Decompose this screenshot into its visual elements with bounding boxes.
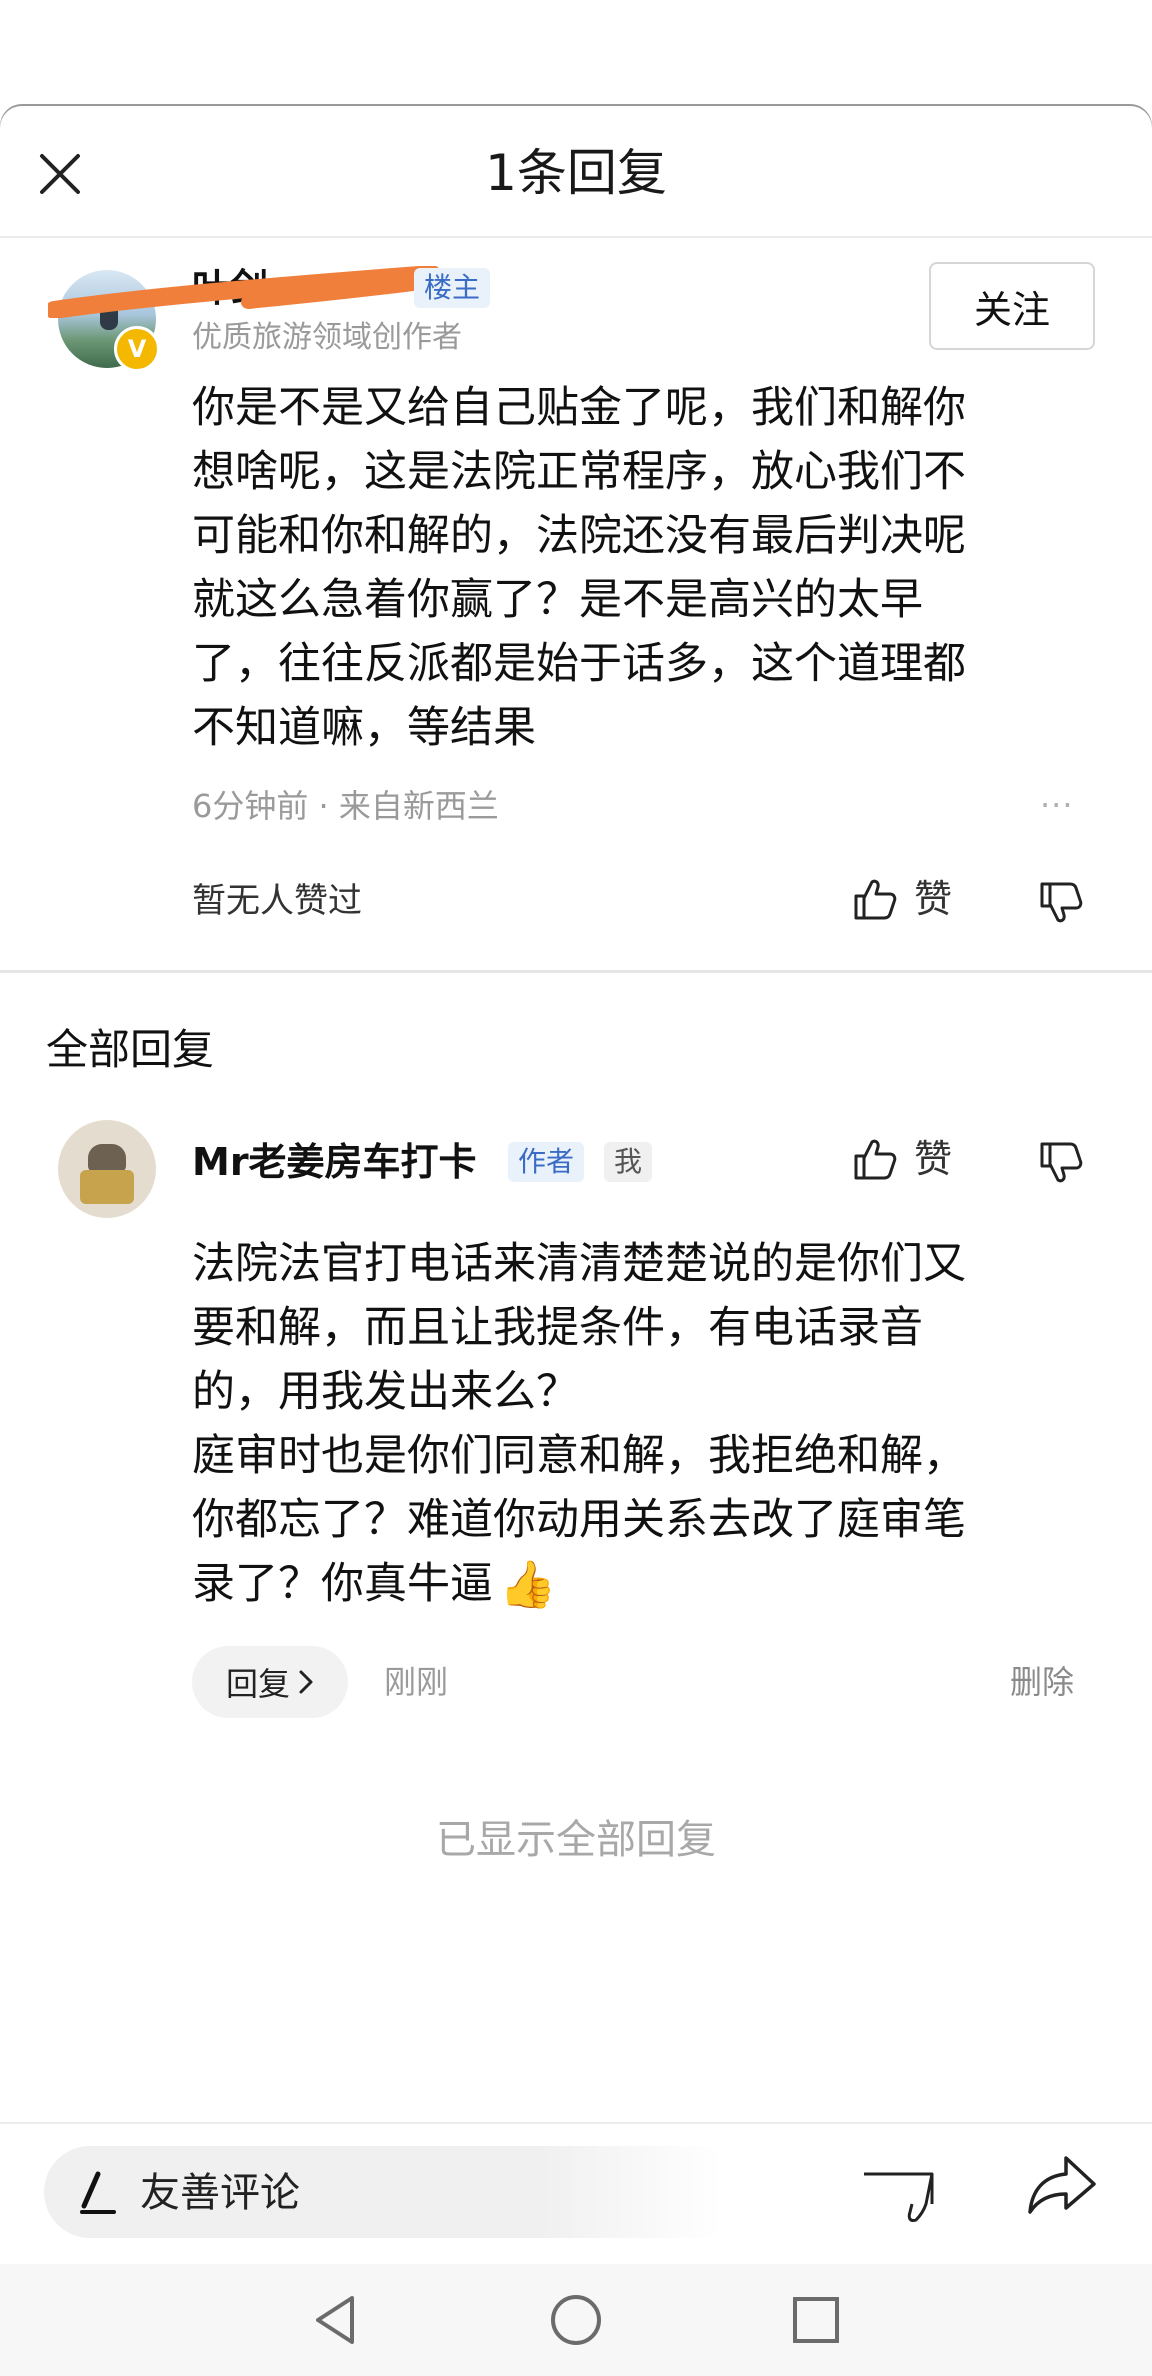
follow-button[interactable]: 关注 xyxy=(929,262,1095,350)
reply-author-avatar[interactable] xyxy=(58,1120,156,1218)
reply-line-2: 要和解，而且让我提条件，有电话录音 xyxy=(192,1303,923,1353)
author-subtitle: 优质旅游领域创作者 xyxy=(192,320,462,355)
delete-button[interactable]: 删除 xyxy=(1010,1660,1074,1704)
reply-like-button[interactable]: 赞 xyxy=(852,1134,952,1184)
status-area xyxy=(0,0,1152,106)
more-options-icon[interactable]: ··· xyxy=(1040,789,1086,821)
comment-line-6: 不知道嘛，等结果 xyxy=(192,703,536,753)
close-button[interactable] xyxy=(28,142,92,206)
dislike-button[interactable] xyxy=(1038,880,1084,930)
chevron-right-icon xyxy=(299,1670,313,1694)
thumbs-up-icon xyxy=(854,1139,897,1180)
reply-line-6-row: 录了？你真牛逼 👍 xyxy=(192,1552,556,1616)
comment-placeholder: 友善评论 xyxy=(140,2170,300,2216)
section-divider xyxy=(0,970,1152,973)
all-replies-shown-text: 已显示全部回复 xyxy=(436,1817,716,1863)
dislike-outline-icon[interactable] xyxy=(860,2160,946,2226)
comment-line-4: 就这么急着你赢了？是不是高兴的太早 xyxy=(192,575,923,625)
section-title: 全部回复 xyxy=(46,1025,215,1074)
comment-line-1: 你是不是又给自己贴金了呢，我们和解你 xyxy=(192,383,966,433)
like-label: 赞 xyxy=(914,877,953,921)
me-tag: 我 xyxy=(604,1142,653,1182)
thumbs-up-icon xyxy=(854,879,897,920)
share-icon[interactable] xyxy=(1026,2152,1098,2218)
reply-author-name[interactable]: Mr老姜房车打卡 xyxy=(192,1136,477,1188)
pen-icon xyxy=(80,2171,116,2214)
reply-button-label: 回复 xyxy=(225,1665,290,1703)
thumbs-up-emoji: 👍 xyxy=(499,1557,557,1611)
reply-line-1: 法院法官打电话来清清楚楚说的是你们又 xyxy=(192,1239,966,1289)
nav-back-icon[interactable] xyxy=(310,2292,360,2348)
like-button[interactable]: 赞 xyxy=(852,874,952,924)
comment-meta: 6分钟前 · 来自新西兰 xyxy=(192,787,499,825)
thumbs-down-icon xyxy=(1040,882,1083,923)
verified-badge: V xyxy=(114,326,160,372)
close-icon xyxy=(40,154,80,194)
nav-recents-icon[interactable] xyxy=(790,2294,842,2346)
page-title: 1条回复 xyxy=(485,144,667,202)
reply-line-3: 的，用我发出来么？ xyxy=(192,1367,579,1417)
owner-tag: 楼主 xyxy=(414,268,491,308)
author-tag: 作者 xyxy=(508,1142,585,1182)
reply-time: 刚刚 xyxy=(384,1663,449,1701)
reply-like-label: 赞 xyxy=(914,1137,953,1181)
reply-line-6: 录了？你真牛逼 xyxy=(192,1559,493,1609)
reply-dislike-button[interactable] xyxy=(1038,1140,1084,1190)
redaction-scribble xyxy=(48,266,440,318)
reply-line-4: 庭审时也是你们同意和解，我拒绝和解， xyxy=(192,1431,966,1481)
comment-line-5: 了，往往反派都是始于话多，这个道理都 xyxy=(192,639,966,689)
reply-line-5: 你都忘了？难道你动用关系去改了庭审笔 xyxy=(192,1495,966,1545)
no-likes-text: 暂无人赞过 xyxy=(192,881,362,921)
thumbs-down-icon xyxy=(1040,1142,1083,1183)
comment-line-3: 可能和你和解的，法院还没有最后判决呢 xyxy=(192,511,966,561)
comment-line-2: 想啥呢，这是法院正常程序，放心我们不 xyxy=(192,447,966,497)
reply-button[interactable]: 回复 xyxy=(192,1646,348,1718)
header-divider xyxy=(0,236,1152,238)
nav-home-icon[interactable] xyxy=(548,2292,604,2348)
